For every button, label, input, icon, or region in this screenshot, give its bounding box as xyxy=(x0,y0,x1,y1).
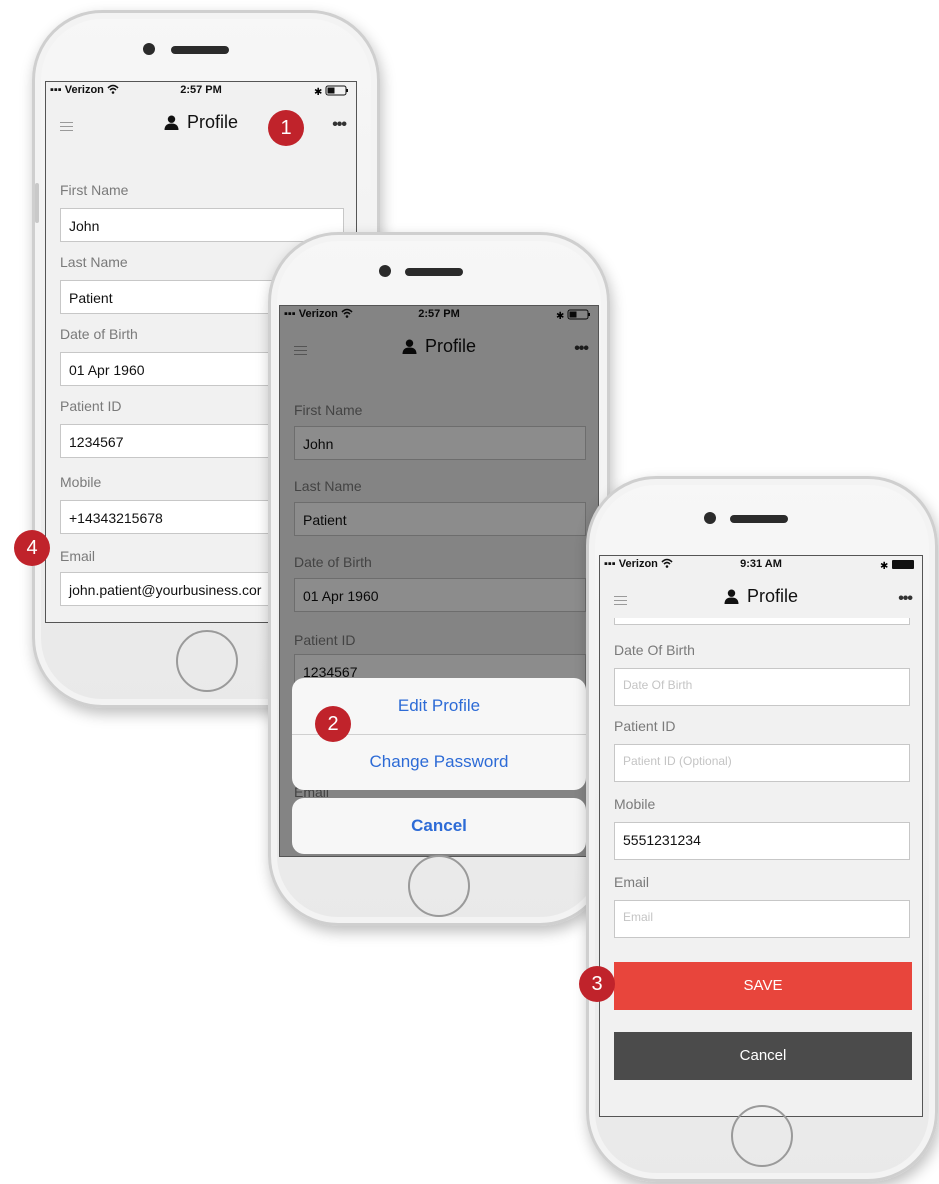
page-title: Profile xyxy=(46,112,356,133)
earpiece xyxy=(730,515,788,523)
camera xyxy=(143,43,155,55)
status-time: 2:57 PM xyxy=(180,84,222,96)
step-badge-2: 2 xyxy=(315,706,351,742)
status-time: 9:31 AM xyxy=(740,558,782,570)
label-email: Email xyxy=(614,874,650,890)
battery-icon: ✱ xyxy=(880,560,914,570)
phone-3-screen: ▪▪▪ Verizon 9:31 AM ✱ Profile ••• Date O… xyxy=(599,555,923,1117)
scrolled-field-edge xyxy=(614,618,910,625)
action-sheet-cancel: Cancel xyxy=(292,798,586,854)
mobile-input[interactable]: 5551231234 xyxy=(614,822,910,860)
first-name-field[interactable]: John xyxy=(60,208,344,242)
nav-bar: Profile ••• xyxy=(600,574,922,618)
label-date-of-birth: Date Of Birth xyxy=(614,642,695,658)
earpiece xyxy=(405,268,463,276)
label-mobile: Mobile xyxy=(614,796,656,812)
camera xyxy=(704,512,716,524)
date-of-birth-input[interactable]: Date Of Birth xyxy=(614,668,910,706)
side-button xyxy=(35,183,39,223)
step-badge-3: 3 xyxy=(579,966,615,1002)
patient-id-input[interactable]: Patient ID (Optional) xyxy=(614,744,910,782)
label-date-of-birth: Date of Birth xyxy=(60,326,138,342)
home-button xyxy=(731,1105,793,1167)
email-input[interactable]: Email xyxy=(614,900,910,938)
label-first-name: First Name xyxy=(60,182,129,198)
battery-icon: ✱ xyxy=(314,85,348,96)
phone-3: ▪▪▪ Verizon 9:31 AM ✱ Profile ••• Date O… xyxy=(586,476,938,1182)
label-email: Email xyxy=(60,548,96,564)
label-patient-id: Patient ID xyxy=(60,398,122,414)
phone-2: ▪▪▪ Verizon 2:57 PM ✱ Profile ••• First … xyxy=(268,232,610,926)
more-icon[interactable]: ••• xyxy=(898,590,913,608)
more-icon[interactable]: ••• xyxy=(332,116,347,134)
home-button xyxy=(408,855,470,917)
svg-text:✱: ✱ xyxy=(314,87,322,96)
label-mobile: Mobile xyxy=(60,474,102,490)
page-title: Profile xyxy=(600,586,922,607)
label-patient-id: Patient ID xyxy=(614,718,676,734)
camera xyxy=(379,265,391,277)
nav-bar: Profile ••• xyxy=(46,100,356,144)
person-icon xyxy=(164,115,179,130)
save-button[interactable]: SAVE xyxy=(614,962,912,1010)
cancel-button[interactable]: Cancel xyxy=(614,1032,912,1080)
earpiece xyxy=(171,46,229,54)
status-bar: ▪▪▪ Verizon 9:31 AM ✱ xyxy=(600,556,922,574)
svg-text:✱: ✱ xyxy=(880,561,888,570)
status-bar: ▪▪▪ Verizon 2:57 PM ✱ xyxy=(46,82,356,100)
phone-2-screen: ▪▪▪ Verizon 2:57 PM ✱ Profile ••• First … xyxy=(279,305,599,857)
step-badge-4: 4 xyxy=(14,530,50,566)
sheet-cancel-button[interactable]: Cancel xyxy=(292,798,586,854)
home-button xyxy=(176,630,238,692)
label-last-name: Last Name xyxy=(60,254,128,270)
person-icon xyxy=(724,589,739,604)
step-badge-1: 1 xyxy=(268,110,304,146)
change-password-option[interactable]: Change Password xyxy=(292,734,586,790)
